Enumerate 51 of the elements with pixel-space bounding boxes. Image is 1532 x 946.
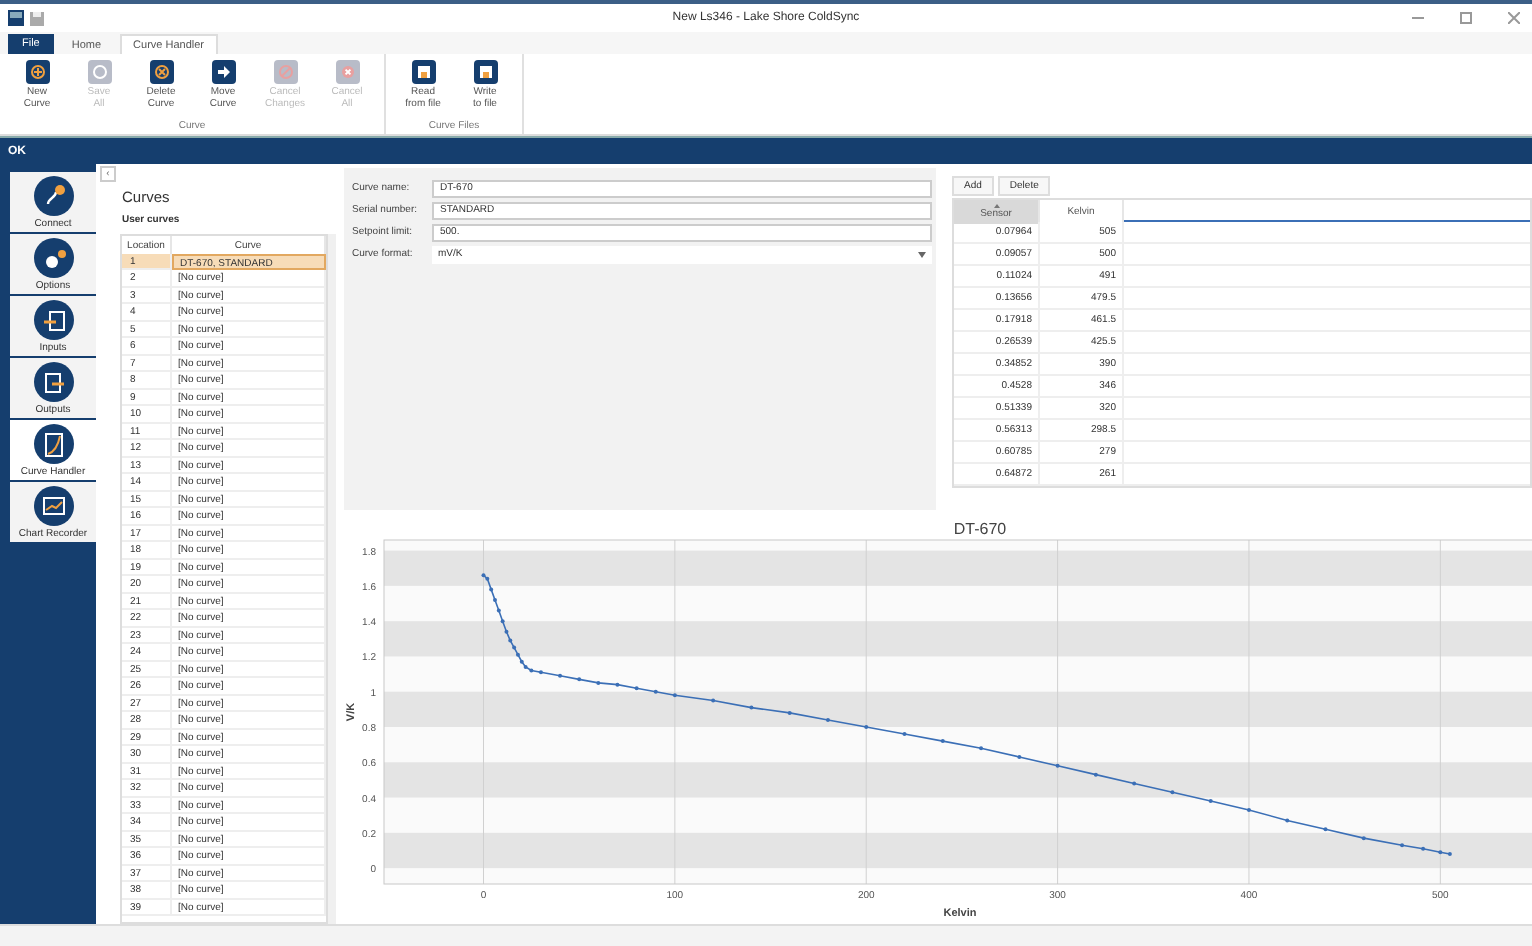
plug-icon	[33, 176, 73, 216]
input-icon	[33, 300, 73, 340]
save-icon[interactable]	[30, 11, 44, 25]
plus-circle-icon	[25, 60, 49, 84]
data-point	[749, 705, 754, 710]
data-point	[1132, 781, 1137, 786]
data-point	[615, 682, 620, 687]
data-point	[1400, 843, 1405, 848]
data-point	[489, 587, 494, 592]
data-point	[653, 689, 658, 694]
data-point	[902, 732, 907, 737]
data-point	[1323, 827, 1328, 832]
data-point	[979, 746, 984, 751]
data-point	[1208, 799, 1213, 804]
data-point	[577, 677, 582, 682]
curve-icon	[33, 424, 73, 464]
data-point	[1285, 818, 1290, 823]
x-circle-icon	[335, 60, 359, 84]
chart-title: DT-670	[953, 520, 1007, 538]
output-icon	[33, 362, 73, 402]
x-circle-icon	[149, 60, 173, 84]
data-point	[634, 686, 639, 691]
data-point	[1361, 836, 1366, 841]
data-point	[558, 673, 563, 678]
close-icon[interactable]	[1508, 12, 1520, 24]
data-point	[1421, 846, 1426, 851]
data-point	[596, 680, 601, 685]
data-point	[940, 739, 945, 744]
data-point	[500, 619, 505, 624]
minimize-icon[interactable]	[1412, 12, 1424, 24]
app-icon	[8, 10, 24, 26]
data-point	[1438, 850, 1443, 855]
data-point	[538, 670, 543, 675]
data-point	[787, 710, 792, 715]
data-point	[711, 698, 716, 703]
no-entry-icon	[273, 60, 297, 84]
arrow-icon	[211, 60, 235, 84]
data-point	[496, 608, 501, 613]
data-point	[504, 629, 509, 634]
data-point	[1055, 763, 1060, 768]
data-point	[1246, 807, 1251, 812]
data-point	[1093, 772, 1098, 777]
floppy-disk-icon	[473, 60, 497, 84]
data-point	[825, 717, 830, 722]
gears-icon	[33, 238, 73, 278]
maximize-icon[interactable]	[1460, 12, 1472, 24]
floppy-disk-icon	[411, 60, 435, 84]
data-point	[672, 693, 677, 698]
caret-icon	[918, 251, 926, 257]
chart-icon	[33, 486, 73, 526]
data-point	[1170, 790, 1175, 795]
